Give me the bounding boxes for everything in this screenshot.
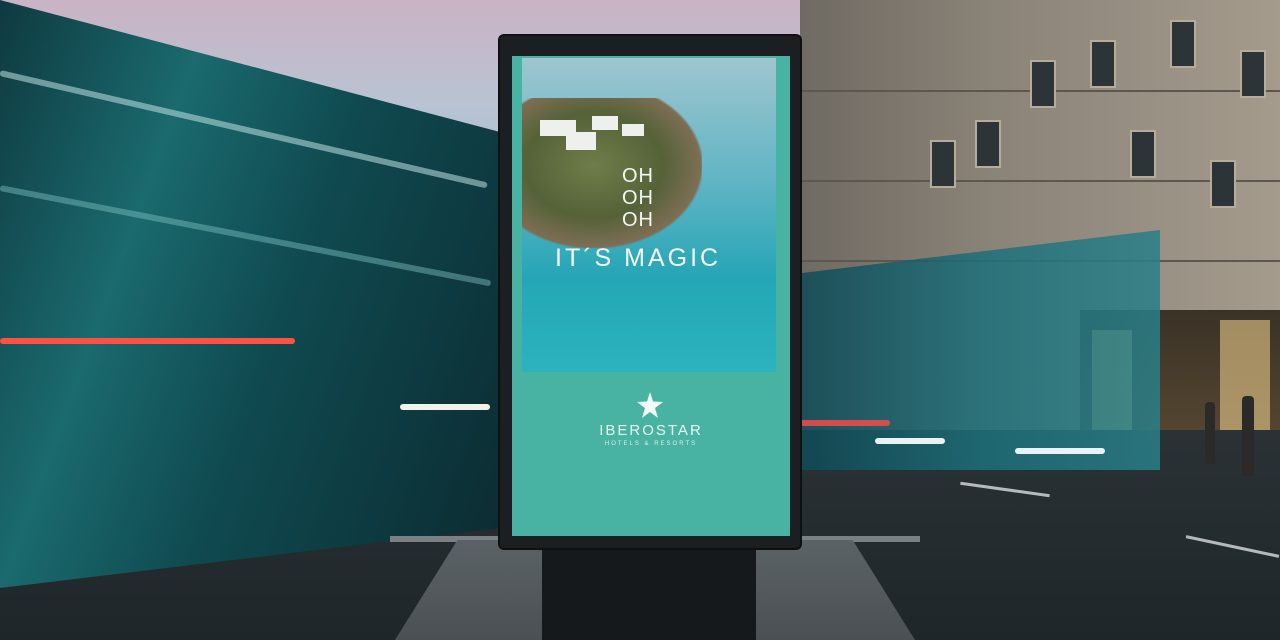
headline-oh-2: OH bbox=[622, 187, 654, 209]
pedestrian bbox=[1205, 402, 1215, 464]
billboard-pole bbox=[542, 548, 756, 640]
headline-oh-1: OH bbox=[622, 165, 654, 187]
street-scene: OH OH OH IT´S MAGIC IBEROSTAR HOTELS & R… bbox=[0, 0, 1280, 640]
pedestrian bbox=[1242, 396, 1254, 476]
headline-oh-3: OH bbox=[622, 209, 654, 231]
star-icon bbox=[637, 392, 663, 418]
brand-subtitle: HOTELS & RESORTS bbox=[604, 441, 698, 447]
brand-name: IBEROSTAR bbox=[599, 422, 703, 439]
tagline: IT´S MAGIC bbox=[555, 244, 722, 272]
